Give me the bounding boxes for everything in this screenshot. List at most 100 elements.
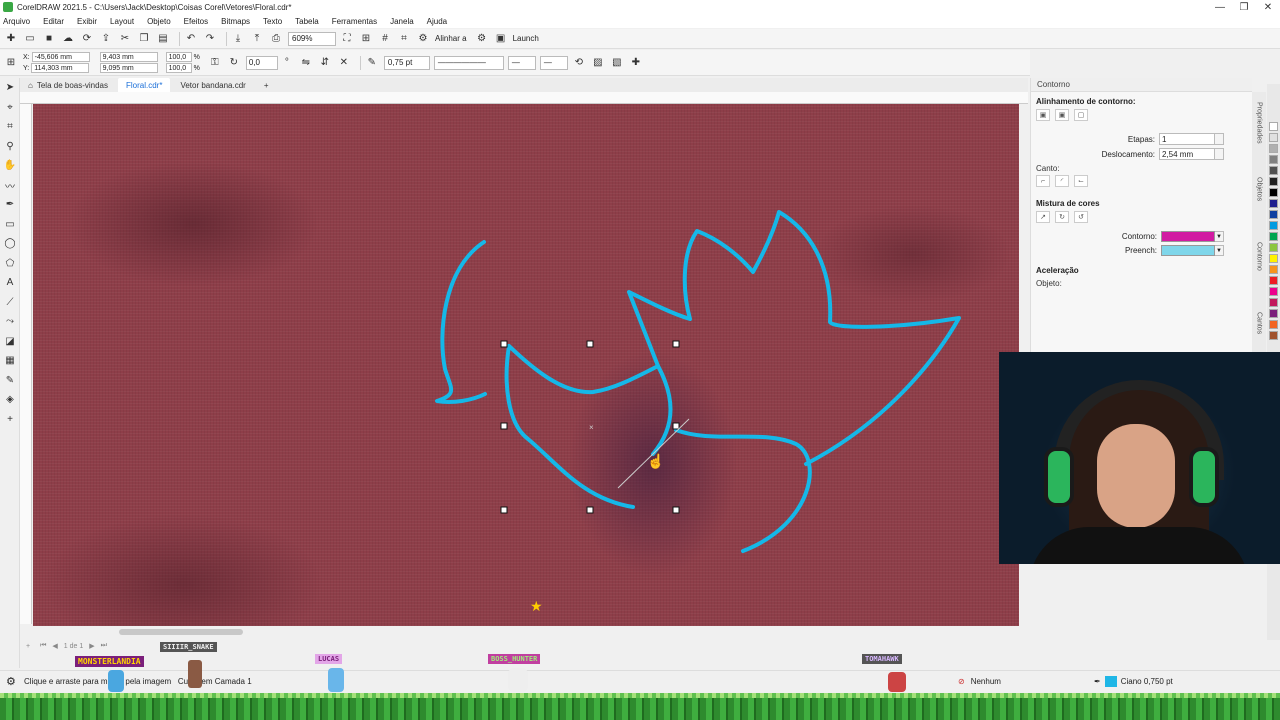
eyedropper-tool-icon[interactable]: ✎: [0, 371, 20, 391]
palette-swatch[interactable]: [1269, 331, 1278, 340]
menu-tabela[interactable]: Tabela: [295, 17, 319, 26]
shape-tool-icon[interactable]: ⌖: [0, 98, 20, 118]
cut-icon[interactable]: ✂: [118, 32, 132, 46]
contour-center-icon[interactable]: ▣: [1055, 109, 1069, 121]
sync-icon[interactable]: ⟳: [80, 32, 94, 46]
selection-handle[interactable]: [500, 422, 508, 430]
redo-icon[interactable]: ↷: [203, 32, 217, 46]
palette-swatch[interactable]: [1269, 287, 1278, 296]
line-style-dropdown[interactable]: ——————: [433, 55, 504, 70]
tab-welcome[interactable]: ⌂ Tela de boas-vindas: [20, 78, 116, 92]
publish-pdf-icon[interactable]: ⎙: [269, 32, 283, 46]
mirror-horizontal-icon[interactable]: ⇋: [299, 56, 313, 70]
palette-swatch[interactable]: [1269, 144, 1278, 153]
crop-tool-icon[interactable]: ⌗: [0, 117, 20, 137]
palette-swatch[interactable]: [1269, 122, 1278, 131]
close-button[interactable]: ✕: [1256, 0, 1280, 14]
to-back-icon[interactable]: ▧: [610, 56, 624, 70]
palette-swatch[interactable]: [1269, 199, 1278, 208]
export-icon[interactable]: ⤒: [250, 32, 264, 46]
tab-corners[interactable]: Cantos: [1252, 312, 1266, 334]
scale-y-field[interactable]: 100,0: [165, 63, 192, 73]
palette-swatch[interactable]: [1269, 254, 1278, 263]
upload-icon[interactable]: ⇪: [99, 32, 113, 46]
transparency-tool-icon[interactable]: ▦: [0, 351, 20, 371]
menu-objeto[interactable]: Objeto: [147, 17, 171, 26]
y-position-field[interactable]: 114,303 mm: [31, 63, 90, 73]
menu-layout[interactable]: Layout: [110, 17, 134, 26]
settings-gear-icon[interactable]: ⚙: [475, 32, 489, 46]
steps-spinner[interactable]: [1215, 133, 1224, 145]
rectangle-tool-icon[interactable]: ▭: [0, 215, 20, 235]
application-launcher-icon[interactable]: ▣: [494, 32, 508, 46]
linear-mix-icon[interactable]: ↗: [1036, 211, 1050, 223]
menu-arquivo[interactable]: Arquivo: [3, 17, 30, 26]
ellipse-tool-icon[interactable]: ◯: [0, 234, 20, 254]
palette-swatch[interactable]: [1269, 166, 1278, 175]
flower-outline-curve[interactable]: [627, 210, 961, 553]
contour-outside-icon[interactable]: ▢: [1074, 109, 1088, 121]
zoom-level-field[interactable]: 609%: [288, 31, 336, 46]
polygon-tool-icon[interactable]: ⬠: [0, 254, 20, 274]
next-page-icon[interactable]: ▶: [89, 642, 94, 650]
palette-swatch[interactable]: [1269, 309, 1278, 318]
shadow-tool-icon[interactable]: ◪: [0, 332, 20, 352]
minimize-button[interactable]: —: [1208, 0, 1232, 14]
outline-pen-icon[interactable]: ✎: [365, 56, 379, 70]
height-field[interactable]: 9,095 mm: [99, 63, 158, 73]
close-curve-icon[interactable]: ⟲: [572, 56, 586, 70]
selection-handle[interactable]: [586, 340, 594, 348]
palette-swatch[interactable]: [1269, 210, 1278, 219]
open-folder-icon[interactable]: ▭: [23, 32, 37, 46]
add-page-icon[interactable]: +: [26, 643, 30, 650]
tab-properties[interactable]: Propriedades: [1252, 102, 1266, 144]
full-screen-icon[interactable]: ⛶: [340, 32, 354, 46]
outline-color-dropdown-icon[interactable]: ▼: [1215, 231, 1224, 242]
paste-icon[interactable]: ▤: [156, 32, 170, 46]
pick-tool-icon[interactable]: ➤: [0, 78, 20, 98]
outline-color-picker[interactable]: [1161, 231, 1215, 242]
horizontal-scrollbar[interactable]: [33, 626, 1028, 638]
menu-janela[interactable]: Janela: [390, 17, 414, 26]
menu-editar[interactable]: Editar: [43, 17, 64, 26]
first-page-icon[interactable]: ⏮: [40, 642, 46, 650]
palette-swatch[interactable]: [1269, 177, 1278, 186]
palette-swatch[interactable]: [1269, 155, 1278, 164]
tab-vetor-bandana[interactable]: Vetor bandana.cdr: [172, 78, 253, 92]
quick-customize-icon[interactable]: ✚: [629, 56, 643, 70]
status-settings-icon[interactable]: ⚙: [6, 675, 16, 688]
selection-handle[interactable]: [672, 340, 680, 348]
corner-bevel-icon[interactable]: ⌙: [1074, 175, 1088, 187]
break-curve-icon[interactable]: ✕: [337, 56, 351, 70]
menu-bitmaps[interactable]: Bitmaps: [221, 17, 250, 26]
add-tool-icon[interactable]: +: [0, 410, 20, 430]
end-arrow-dropdown[interactable]: —: [539, 55, 568, 70]
start-arrow-dropdown[interactable]: —: [507, 55, 536, 70]
rotation-field[interactable]: 0,0: [245, 55, 278, 70]
selection-handle[interactable]: [500, 340, 508, 348]
tab-contour[interactable]: Contorno: [1252, 242, 1266, 271]
parallel-dimension-icon[interactable]: ⟋: [0, 293, 20, 313]
selection-handle[interactable]: [586, 506, 594, 514]
menu-ajuda[interactable]: Ajuda: [427, 17, 447, 26]
leaf-left-curve[interactable]: [435, 240, 487, 405]
palette-swatch[interactable]: [1269, 232, 1278, 241]
text-tool-icon[interactable]: A: [0, 273, 20, 293]
palette-swatch[interactable]: [1269, 265, 1278, 274]
launch-dropdown[interactable]: Launch: [513, 34, 539, 43]
palette-swatch[interactable]: [1269, 298, 1278, 307]
last-page-icon[interactable]: ⏭: [101, 642, 107, 650]
counterclockwise-mix-icon[interactable]: ↺: [1074, 211, 1088, 223]
palette-swatch[interactable]: [1269, 133, 1278, 142]
palette-swatch[interactable]: [1269, 320, 1278, 329]
new-document-icon[interactable]: ✚: [4, 32, 18, 46]
scale-x-field[interactable]: 100,0: [165, 52, 192, 62]
selection-handle[interactable]: [672, 422, 680, 430]
clockwise-mix-icon[interactable]: ↻: [1055, 211, 1069, 223]
lock-ratio-icon[interactable]: ⚿: [208, 56, 222, 70]
menu-ferramentas[interactable]: Ferramentas: [332, 17, 377, 26]
x-position-field[interactable]: -45,606 mm: [31, 52, 90, 62]
offset-field[interactable]: 2,54 mm: [1159, 148, 1215, 160]
outline-width-field[interactable]: 0,75 pt: [383, 55, 430, 70]
steps-field[interactable]: 1: [1159, 133, 1215, 145]
